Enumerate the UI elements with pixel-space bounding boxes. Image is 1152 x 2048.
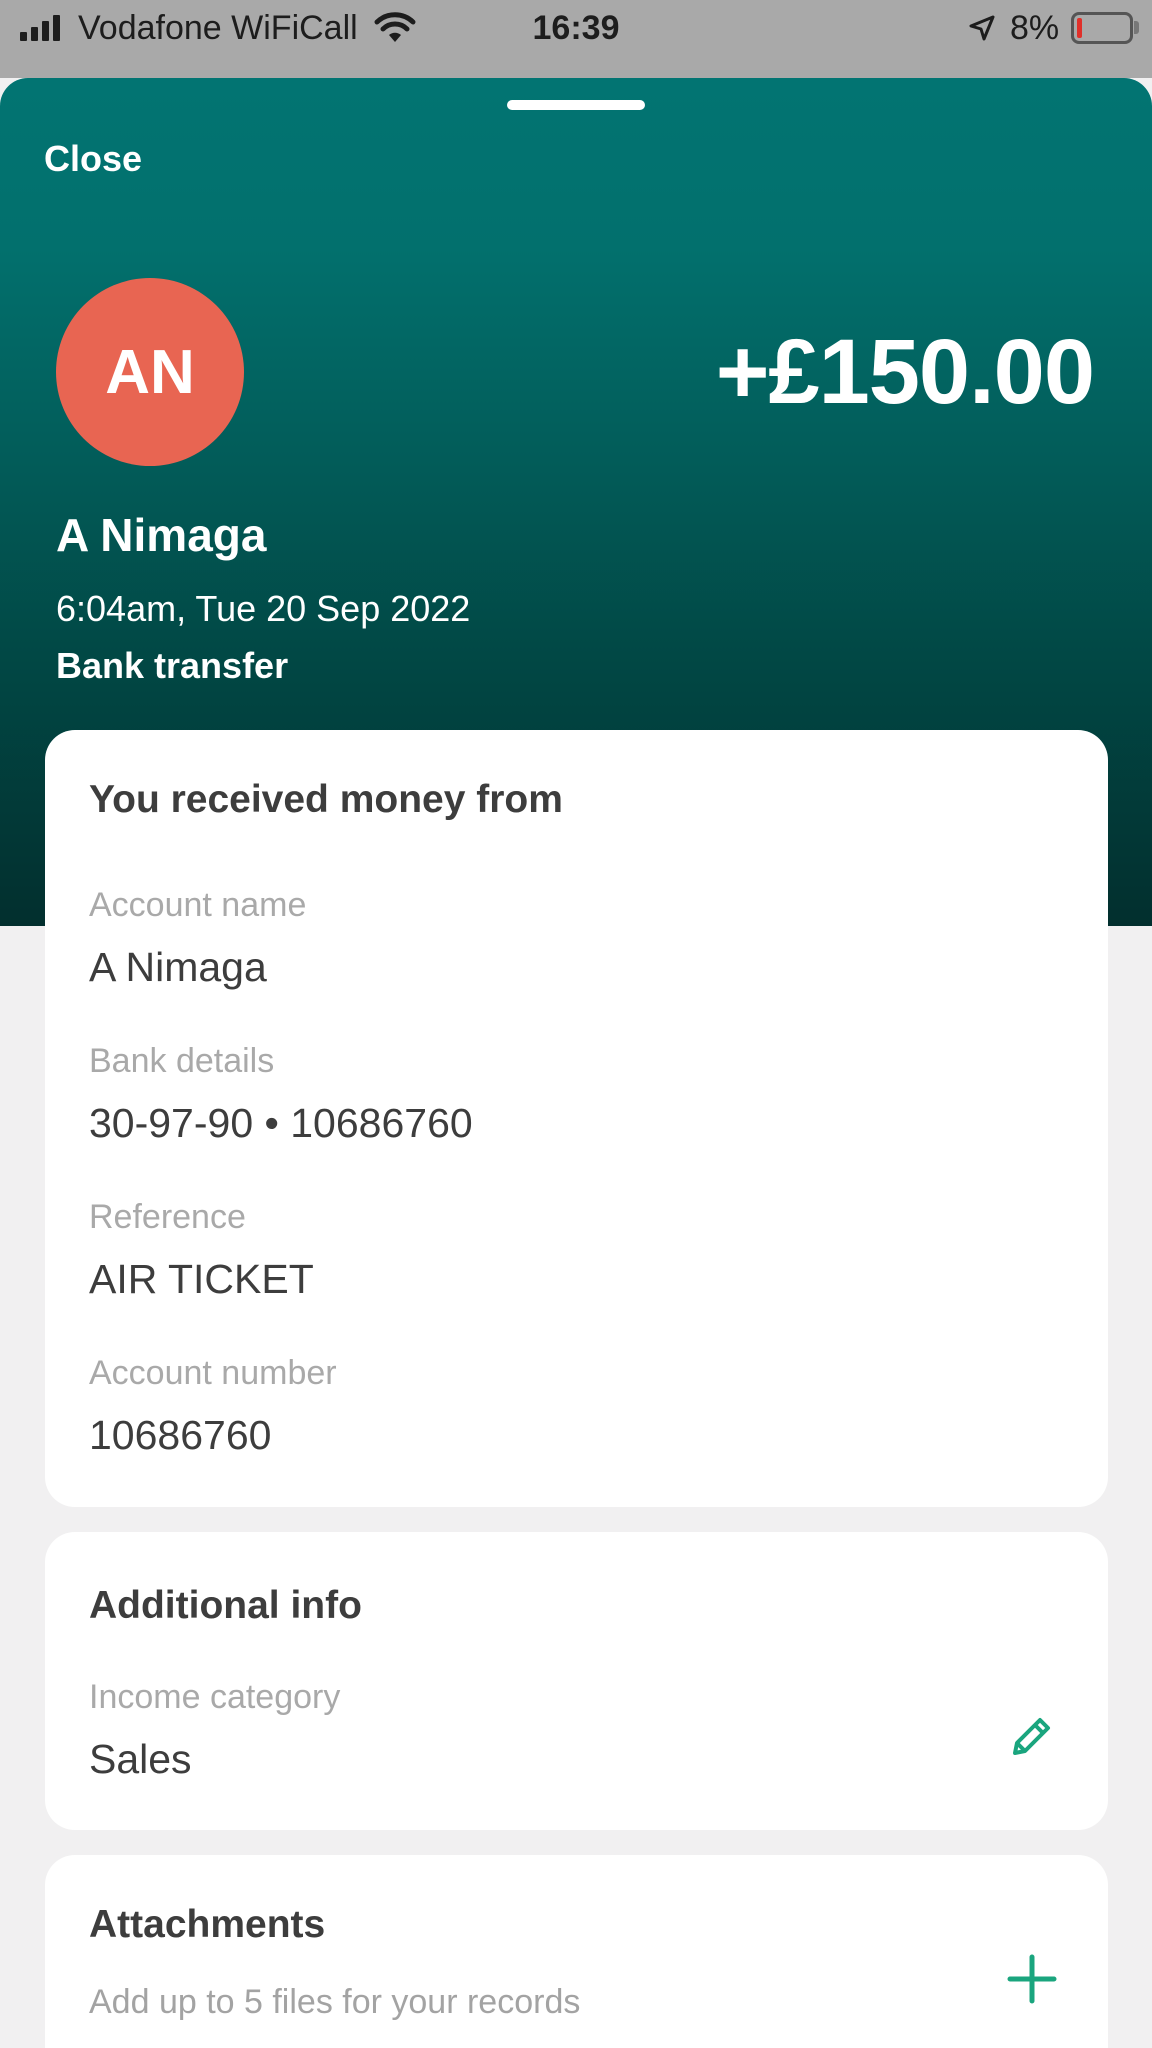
card-title: Attachments: [89, 1903, 326, 1946]
avatar: AN: [56, 278, 244, 466]
reference-value: AIR TICKET: [89, 1256, 314, 1302]
income-category-value: Sales: [89, 1736, 192, 1782]
account-number-label: Account number: [89, 1354, 337, 1392]
status-bar: Vodafone WiFiCall 16:39 8%: [0, 0, 1152, 78]
income-category-label: Income category: [89, 1678, 341, 1716]
transaction-datetime: 6:04am, Tue 20 Sep 2022: [56, 588, 471, 629]
battery-tip: [1134, 21, 1139, 34]
bank-details-value: 30-97-90 • 10686760: [89, 1100, 473, 1146]
transaction-detail-screen: Vodafone WiFiCall 16:39 8% Close AN +£15…: [0, 0, 1152, 2048]
additional-info-card: Additional info Income category Sales: [45, 1532, 1108, 1830]
account-name-value: A Nimaga: [89, 944, 267, 990]
attachments-subtitle: Add up to 5 files for your records: [89, 1983, 581, 2021]
pencil-icon: [1006, 1718, 1058, 1766]
edit-category-button[interactable]: [1006, 1710, 1058, 1762]
payment-method: Bank transfer: [56, 645, 289, 686]
account-name-label: Account name: [89, 886, 307, 924]
bank-details-label: Bank details: [89, 1042, 275, 1080]
sheet-grabber-handle[interactable]: [507, 100, 645, 110]
close-button[interactable]: Close: [44, 138, 142, 180]
battery-icon: [1071, 12, 1133, 44]
card-title: Additional info: [89, 1584, 362, 1627]
received-money-card: You received money from Account name A N…: [45, 730, 1108, 1507]
card-title: You received money from: [89, 778, 563, 821]
payee-name: A Nimaga: [56, 509, 267, 561]
attachments-card: Attachments Add up to 5 files for your r…: [45, 1855, 1108, 2048]
battery-percent: 8%: [1010, 9, 1060, 47]
transaction-amount: +£150.00: [715, 321, 1095, 423]
plus-icon: [1006, 1954, 1058, 2009]
location-arrow-icon: [968, 14, 996, 47]
account-number-value: 10686760: [89, 1412, 272, 1458]
add-attachment-button[interactable]: [1006, 1953, 1058, 2005]
reference-label: Reference: [89, 1198, 246, 1236]
